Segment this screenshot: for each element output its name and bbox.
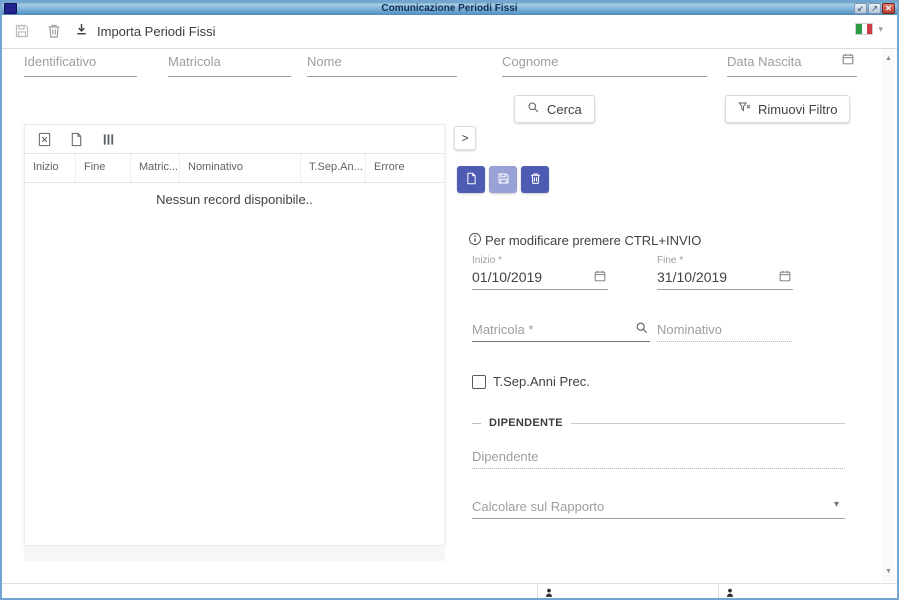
column-header-inizio[interactable]: Inizio <box>25 154 76 182</box>
matricola-field <box>472 318 650 342</box>
data-nascita-input[interactable] <box>727 50 857 77</box>
export-excel-icon[interactable] <box>37 132 52 147</box>
filter-matricola-field <box>168 50 291 77</box>
edit-hint-text: Per modificare premere CTRL+INVIO <box>485 233 701 248</box>
tsep-checkbox-row[interactable]: T.Sep.Anni Prec. <box>472 374 590 389</box>
calendar-icon[interactable] <box>841 52 855 66</box>
inizio-field: Inizio * <box>472 255 608 290</box>
column-header-nominativo[interactable]: Nominativo <box>180 154 301 182</box>
matricola-input[interactable] <box>472 318 650 341</box>
info-icon <box>468 232 482 249</box>
scroll-down-icon[interactable]: ▼ <box>882 566 895 578</box>
dropdown-caret-icon[interactable]: ▾ <box>834 499 839 510</box>
filter-nome-field <box>307 50 457 77</box>
export-pdf-icon[interactable] <box>69 132 84 147</box>
rimuovi-filtro-label: Rimuovi Filtro <box>758 102 837 117</box>
trash-icon[interactable] <box>46 23 62 39</box>
nominativo-input <box>657 318 792 341</box>
filter-cognome-field <box>502 50 707 77</box>
save-icon[interactable] <box>14 23 30 39</box>
user-icon <box>543 586 555 598</box>
fine-calendar-icon[interactable] <box>778 269 792 283</box>
nome-input[interactable] <box>307 50 457 77</box>
save-record-button[interactable] <box>489 166 517 193</box>
language-selector[interactable]: ▾ <box>855 23 883 35</box>
dipendente-section-header: DIPENDENTE <box>472 417 845 429</box>
column-header-errore[interactable]: Errore <box>366 154 444 182</box>
filter-remove-icon <box>738 101 751 117</box>
filter-data-nascita-field <box>727 50 857 77</box>
title-bar: Comunicazione Periodi Fissi ↙ ↗ ✕ <box>2 2 897 15</box>
inizio-calendar-icon[interactable] <box>593 269 607 283</box>
results-grid: Inizio Fine Matric... Nominativo T.Sep.A… <box>24 124 445 546</box>
grid-toolbar <box>25 125 444 153</box>
tsep-checkbox-label: T.Sep.Anni Prec. <box>493 374 590 389</box>
status-bar <box>2 583 897 600</box>
delete-record-icon <box>529 172 542 188</box>
dipendente-input <box>472 445 845 468</box>
chevron-down-icon: ▾ <box>878 24 883 35</box>
filter-identificativo-field <box>24 50 137 77</box>
vertical-scrollbar[interactable]: ▲ ▼ <box>882 49 895 582</box>
matricola-search-icon[interactable] <box>635 321 649 335</box>
inizio-label: Inizio * <box>472 255 608 266</box>
inizio-input[interactable] <box>472 266 608 289</box>
status-separator <box>718 584 719 600</box>
cerca-button[interactable]: Cerca <box>514 95 595 123</box>
section-divider-left <box>472 423 481 424</box>
dipendente-section-title: DIPENDENTE <box>489 417 563 429</box>
close-icon[interactable]: ✕ <box>882 3 895 14</box>
calcolare-sul-rapporto-select[interactable] <box>472 495 845 518</box>
edit-hint: Per modificare premere CTRL+INVIO <box>468 232 701 249</box>
dipendente-field <box>472 445 845 469</box>
column-header-fine[interactable]: Fine <box>76 154 131 182</box>
empty-records-message: Nessun record disponibile.. <box>25 192 444 207</box>
expand-panel-button[interactable]: > <box>454 126 476 150</box>
nominativo-field <box>657 318 792 342</box>
window-title: Comunicazione Periodi Fissi <box>2 2 897 15</box>
tsep-checkbox[interactable] <box>472 375 486 389</box>
identificativo-input[interactable] <box>24 50 137 77</box>
app-icon <box>4 3 17 14</box>
italian-flag-icon <box>855 23 873 35</box>
scroll-up-icon[interactable]: ▲ <box>882 53 895 65</box>
save-record-icon <box>497 172 510 188</box>
delete-record-button[interactable] <box>521 166 549 193</box>
column-header-tsep[interactable]: T.Sep.An... <box>301 154 366 182</box>
fine-label: Fine * <box>657 255 793 266</box>
column-header-matricola[interactable]: Matric... <box>131 154 180 182</box>
section-divider-right <box>571 423 845 424</box>
search-icon <box>527 101 540 117</box>
cerca-label: Cerca <box>547 102 582 117</box>
main-toolbar: Importa Periodi Fissi ▾ <box>2 15 897 49</box>
grid-header-row: Inizio Fine Matric... Nominativo T.Sep.A… <box>25 153 444 183</box>
columns-icon[interactable] <box>101 132 116 147</box>
fine-input[interactable] <box>657 266 793 289</box>
cognome-input[interactable] <box>502 50 707 77</box>
download-icon <box>74 22 89 40</box>
new-document-icon <box>465 172 478 188</box>
maximize-icon[interactable]: ↗ <box>868 3 881 14</box>
rimuovi-filtro-button[interactable]: Rimuovi Filtro <box>725 95 850 123</box>
calcolare-sul-rapporto-field[interactable]: ▾ <box>472 495 845 519</box>
new-record-button[interactable] <box>457 166 485 193</box>
import-periodi-fissi-button[interactable]: Importa Periodi Fissi <box>74 19 215 43</box>
fine-field: Fine * <box>657 255 793 290</box>
user-icon <box>724 586 736 598</box>
status-separator <box>537 584 538 600</box>
import-label: Importa Periodi Fissi <box>97 24 215 39</box>
grid-footer-strip <box>24 546 445 561</box>
window-controls: ↙ ↗ ✕ <box>854 3 895 14</box>
app-window: Comunicazione Periodi Fissi ↙ ↗ ✕ Import… <box>0 0 899 600</box>
matricola-filter-input[interactable] <box>168 50 291 77</box>
minimize-icon[interactable]: ↙ <box>854 3 867 14</box>
